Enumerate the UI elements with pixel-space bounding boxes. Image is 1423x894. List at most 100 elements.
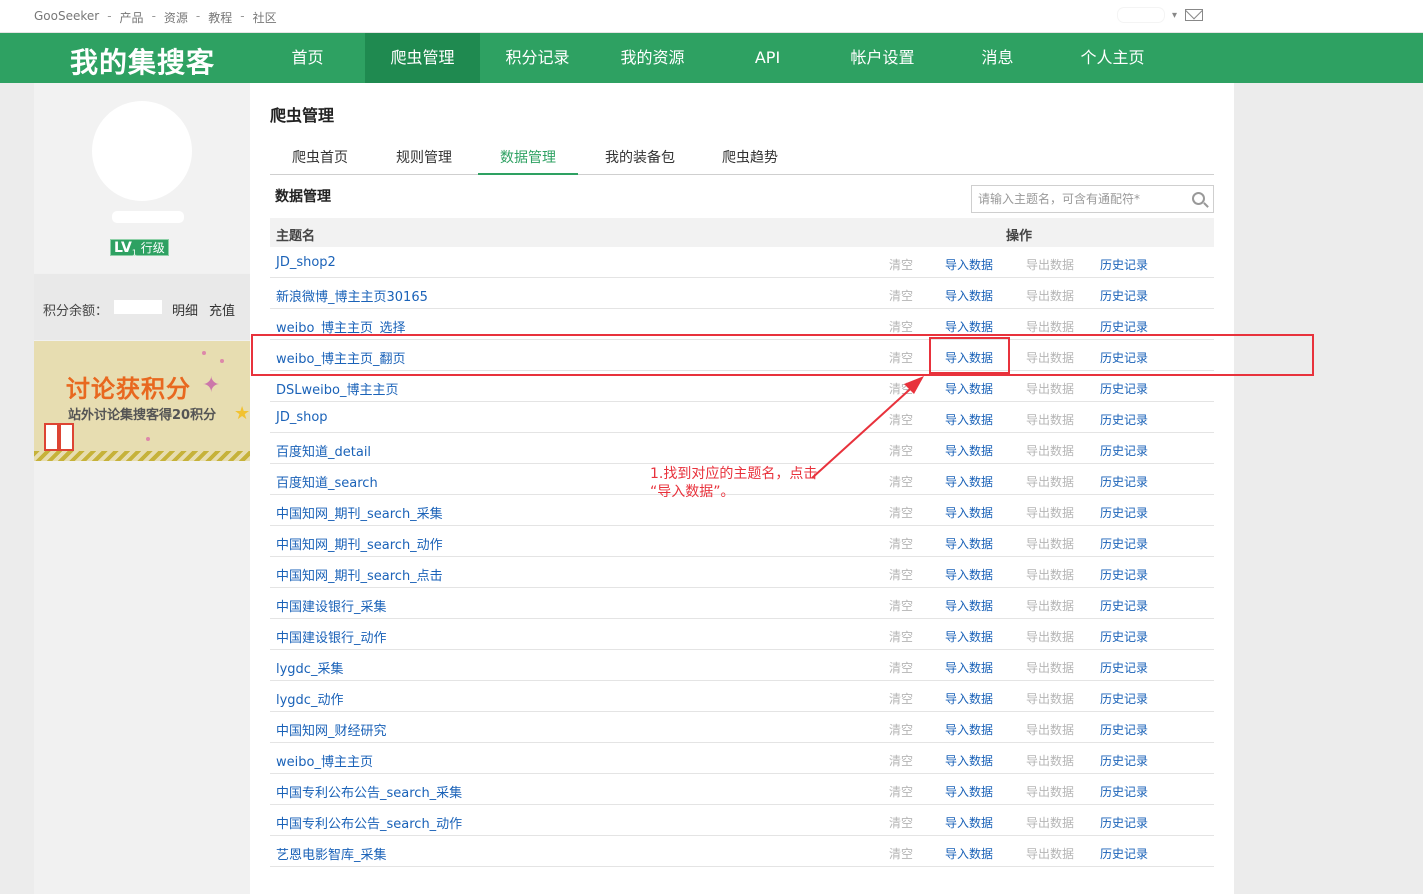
nav-home[interactable]: 首页 bbox=[250, 33, 365, 83]
clear-button[interactable]: 清空 bbox=[889, 442, 913, 459]
history-button[interactable]: 历史记录 bbox=[1100, 473, 1148, 490]
topic-name-link[interactable]: 中国专利公布公告_search_动作 bbox=[276, 813, 462, 832]
history-button[interactable]: 历史记录 bbox=[1100, 411, 1148, 428]
recharge-link[interactable]: 充值 bbox=[209, 300, 235, 319]
history-button[interactable]: 历史记录 bbox=[1100, 845, 1148, 862]
history-button[interactable]: 历史记录 bbox=[1100, 814, 1148, 831]
export-data-button[interactable]: 导出数据 bbox=[1026, 752, 1074, 769]
export-data-button[interactable]: 导出数据 bbox=[1026, 566, 1074, 583]
clear-button[interactable]: 清空 bbox=[889, 287, 913, 304]
import-data-button[interactable]: 导入数据 bbox=[945, 380, 993, 397]
import-data-button[interactable]: 导入数据 bbox=[945, 690, 993, 707]
mail-icon[interactable] bbox=[1185, 9, 1204, 21]
export-data-button[interactable]: 导出数据 bbox=[1026, 845, 1074, 862]
tab-crawler-trends[interactable]: 爬虫趋势 bbox=[700, 146, 800, 175]
topic-name-link[interactable]: 中国专利公布公告_search_采集 bbox=[276, 782, 462, 801]
clear-button[interactable]: 清空 bbox=[889, 845, 913, 862]
import-data-button[interactable]: 导入数据 bbox=[945, 628, 993, 645]
export-data-button[interactable]: 导出数据 bbox=[1026, 721, 1074, 738]
history-button[interactable]: 历史记录 bbox=[1100, 442, 1148, 459]
import-data-button[interactable]: 导入数据 bbox=[945, 597, 993, 614]
clear-button[interactable]: 清空 bbox=[889, 380, 913, 397]
nav-crawler-management[interactable]: 爬虫管理 bbox=[365, 33, 480, 83]
history-button[interactable]: 历史记录 bbox=[1100, 659, 1148, 676]
top-link-resources[interactable]: 资源 bbox=[164, 9, 188, 26]
topic-name-link[interactable]: 百度知道_detail bbox=[276, 441, 371, 460]
tab-rule-management[interactable]: 规则管理 bbox=[374, 146, 474, 175]
topic-name-link[interactable]: JD_shop bbox=[276, 410, 328, 425]
export-data-button[interactable]: 导出数据 bbox=[1026, 690, 1074, 707]
import-data-button[interactable]: 导入数据 bbox=[945, 783, 993, 800]
import-data-button[interactable]: 导入数据 bbox=[945, 566, 993, 583]
topic-name-link[interactable]: lygdc_采集 bbox=[276, 658, 343, 677]
import-data-button[interactable]: 导入数据 bbox=[945, 473, 993, 490]
history-button[interactable]: 历史记录 bbox=[1100, 256, 1148, 273]
clear-button[interactable]: 清空 bbox=[889, 690, 913, 707]
topic-name-link[interactable]: JD_shop2 bbox=[276, 255, 336, 270]
export-data-button[interactable]: 导出数据 bbox=[1026, 504, 1074, 521]
clear-button[interactable]: 清空 bbox=[889, 256, 913, 273]
tab-crawler-home[interactable]: 爬虫首页 bbox=[270, 146, 370, 175]
history-button[interactable]: 历史记录 bbox=[1100, 504, 1148, 521]
chevron-down-icon[interactable]: ▾ bbox=[1172, 10, 1177, 21]
export-data-button[interactable]: 导出数据 bbox=[1026, 783, 1074, 800]
history-button[interactable]: 历史记录 bbox=[1100, 721, 1148, 738]
topic-name-link[interactable]: 新浪微博_博主主页30165 bbox=[276, 286, 428, 305]
topic-name-link[interactable]: DSLweibo_博主主页 bbox=[276, 379, 398, 398]
clear-button[interactable]: 清空 bbox=[889, 566, 913, 583]
import-data-button[interactable]: 导入数据 bbox=[945, 721, 993, 738]
history-button[interactable]: 历史记录 bbox=[1100, 287, 1148, 304]
clear-button[interactable]: 清空 bbox=[889, 814, 913, 831]
tab-my-equipment[interactable]: 我的装备包 bbox=[588, 146, 692, 175]
top-link-gooseeker[interactable]: GooSeeker bbox=[34, 9, 99, 26]
export-data-button[interactable]: 导出数据 bbox=[1026, 380, 1074, 397]
import-data-button[interactable]: 导入数据 bbox=[945, 845, 993, 862]
export-data-button[interactable]: 导出数据 bbox=[1026, 318, 1074, 335]
topic-name-link[interactable]: 艺恩电影智库_采集 bbox=[276, 844, 387, 863]
export-data-button[interactable]: 导出数据 bbox=[1026, 659, 1074, 676]
import-data-button[interactable]: 导入数据 bbox=[945, 411, 993, 428]
topic-name-link[interactable]: 百度知道_search bbox=[276, 472, 378, 491]
top-link-community[interactable]: 社区 bbox=[253, 9, 277, 26]
import-data-button[interactable]: 导入数据 bbox=[945, 814, 993, 831]
import-data-button[interactable]: 导入数据 bbox=[945, 659, 993, 676]
export-data-button[interactable]: 导出数据 bbox=[1026, 628, 1074, 645]
import-data-button[interactable]: 导入数据 bbox=[945, 535, 993, 552]
clear-button[interactable]: 清空 bbox=[889, 752, 913, 769]
brand-logo[interactable]: 我的集搜客 bbox=[70, 41, 215, 81]
topic-name-link[interactable]: 中国知网_期刊_search_点击 bbox=[276, 565, 443, 584]
nav-profile-page[interactable]: 个人主页 bbox=[1055, 33, 1170, 83]
clear-button[interactable]: 清空 bbox=[889, 659, 913, 676]
export-data-button[interactable]: 导出数据 bbox=[1026, 256, 1074, 273]
avatar[interactable] bbox=[92, 101, 192, 201]
topic-name-link[interactable]: 中国建设银行_动作 bbox=[276, 627, 387, 646]
history-button[interactable]: 历史记录 bbox=[1100, 783, 1148, 800]
export-data-button[interactable]: 导出数据 bbox=[1026, 535, 1074, 552]
topic-name-link[interactable]: 中国建设银行_采集 bbox=[276, 596, 387, 615]
import-data-button[interactable]: 导入数据 bbox=[945, 318, 993, 335]
history-button[interactable]: 历史记录 bbox=[1100, 597, 1148, 614]
top-link-tutorials[interactable]: 教程 bbox=[208, 9, 232, 26]
import-data-button[interactable]: 导入数据 bbox=[945, 287, 993, 304]
import-data-button[interactable]: 导入数据 bbox=[945, 504, 993, 521]
tab-data-management[interactable]: 数据管理 bbox=[478, 146, 578, 175]
clear-button[interactable]: 清空 bbox=[889, 628, 913, 645]
topic-name-link[interactable]: 中国知网_期刊_search_采集 bbox=[276, 503, 443, 522]
import-data-button[interactable]: 导入数据 bbox=[945, 442, 993, 459]
top-link-products[interactable]: 产品 bbox=[120, 9, 144, 26]
nav-account-settings[interactable]: 帐户设置 bbox=[825, 33, 940, 83]
masked-username[interactable] bbox=[1118, 8, 1164, 22]
export-data-button[interactable]: 导出数据 bbox=[1026, 411, 1074, 428]
nav-my-resources[interactable]: 我的资源 bbox=[595, 33, 710, 83]
topic-name-link[interactable]: weibo_博主主页 bbox=[276, 751, 373, 770]
clear-button[interactable]: 清空 bbox=[889, 473, 913, 490]
export-data-button[interactable]: 导出数据 bbox=[1026, 814, 1074, 831]
clear-button[interactable]: 清空 bbox=[889, 535, 913, 552]
export-data-button[interactable]: 导出数据 bbox=[1026, 442, 1074, 459]
clear-button[interactable]: 清空 bbox=[889, 597, 913, 614]
history-button[interactable]: 历史记录 bbox=[1100, 535, 1148, 552]
history-button[interactable]: 历史记录 bbox=[1100, 752, 1148, 769]
clear-button[interactable]: 清空 bbox=[889, 504, 913, 521]
nav-messages[interactable]: 消息 bbox=[940, 33, 1055, 83]
history-button[interactable]: 历史记录 bbox=[1100, 380, 1148, 397]
